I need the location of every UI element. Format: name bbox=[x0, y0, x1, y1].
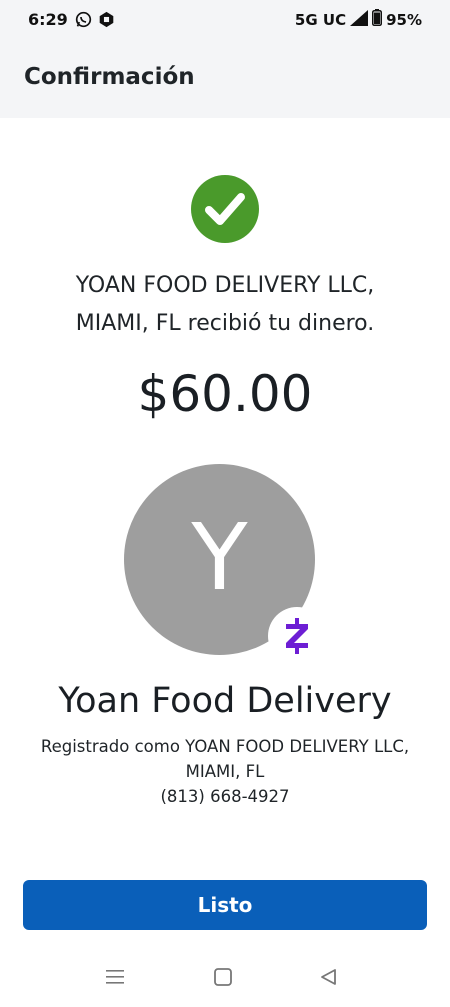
menu-lines-icon bbox=[106, 970, 124, 984]
payment-amount: $60.00 bbox=[137, 365, 313, 423]
battery-icon bbox=[372, 9, 383, 30]
confirmation-message: YOAN FOOD DELIVERY LLC, MIAMI, FL recibi… bbox=[20, 267, 430, 343]
signal-icon bbox=[350, 9, 369, 30]
battery-label: 95% bbox=[386, 10, 422, 29]
home-square-icon bbox=[214, 968, 232, 986]
zelle-badge bbox=[268, 607, 326, 665]
system-nav-bar bbox=[0, 950, 450, 1007]
registered-line-1: Registrado como YOAN FOOD DELIVERY LLC, bbox=[40, 737, 410, 756]
avatar-initial: Y bbox=[191, 504, 248, 611]
message-line-2: MIAMI, FL recibió tu dinero. bbox=[75, 311, 375, 336]
success-check-icon bbox=[191, 175, 259, 243]
recipient-phone: (813) 668-4927 bbox=[160, 787, 290, 806]
whatsapp-icon bbox=[75, 11, 92, 32]
recent-apps-button[interactable] bbox=[101, 965, 129, 989]
registered-line-2: MIAMI, FL bbox=[185, 762, 265, 781]
app-header: Confirmación bbox=[0, 40, 450, 118]
home-button[interactable] bbox=[209, 965, 237, 989]
done-button[interactable]: Listo bbox=[23, 880, 427, 930]
message-line-1: YOAN FOOD DELIVERY LLC, bbox=[75, 273, 375, 298]
status-bar: 6:29 5G UC 95% bbox=[0, 0, 450, 40]
page-title: Confirmación bbox=[24, 64, 195, 90]
recipient-details: Registrado como YOAN FOOD DELIVERY LLC, … bbox=[15, 734, 435, 809]
status-right: 5G UC 95% bbox=[295, 9, 422, 30]
back-button[interactable] bbox=[315, 965, 343, 989]
chase-icon bbox=[98, 11, 115, 32]
network-label: 5G UC bbox=[294, 10, 347, 29]
recipient-name: Yoan Food Delivery bbox=[58, 681, 392, 721]
back-triangle-icon bbox=[321, 969, 336, 985]
status-time: 6:29 bbox=[28, 10, 68, 29]
zelle-logo-icon bbox=[286, 618, 308, 654]
